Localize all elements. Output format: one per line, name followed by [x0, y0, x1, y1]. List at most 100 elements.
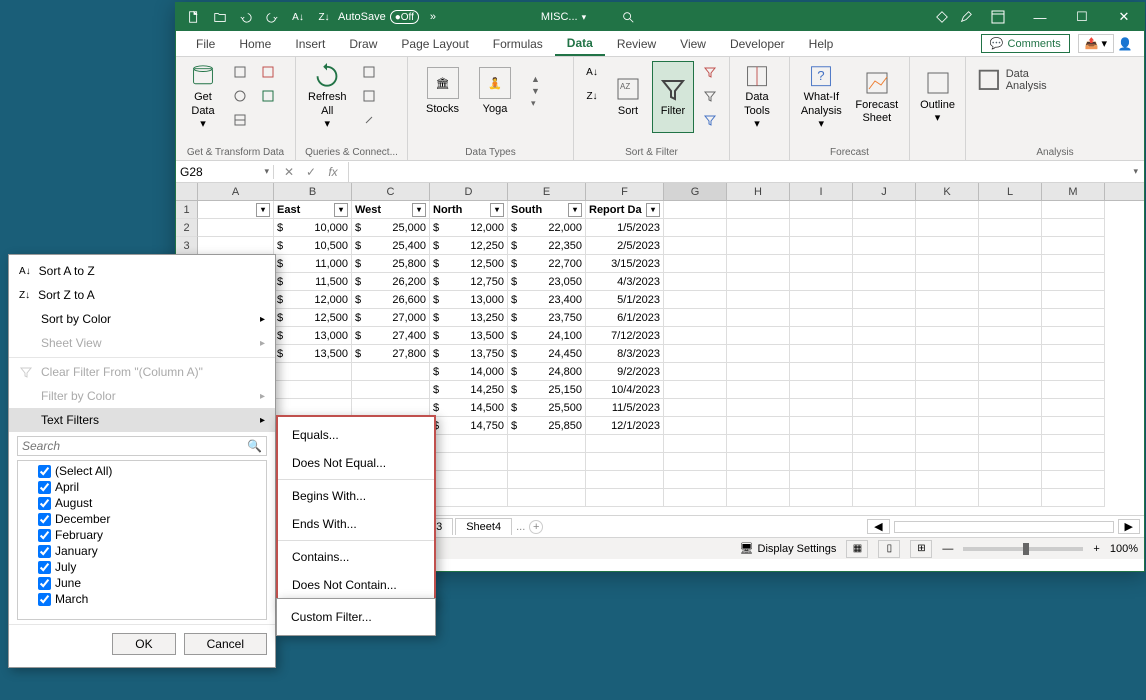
- properties-icon[interactable]: [357, 85, 381, 107]
- cell[interactable]: [664, 453, 727, 471]
- cell[interactable]: [853, 309, 916, 327]
- cell[interactable]: $12,000: [430, 219, 508, 237]
- cell[interactable]: 9/2/2023: [586, 363, 664, 381]
- cell[interactable]: [979, 327, 1042, 345]
- cell[interactable]: [727, 399, 790, 417]
- col-header-k[interactable]: K: [916, 183, 979, 200]
- cell[interactable]: [979, 453, 1042, 471]
- outline-button[interactable]: Outline ▾: [916, 61, 959, 133]
- cell[interactable]: [790, 309, 853, 327]
- cell[interactable]: [1042, 255, 1105, 273]
- fx-icon[interactable]: fx: [322, 162, 344, 182]
- cell[interactable]: $10,500: [274, 237, 352, 255]
- cell[interactable]: [979, 219, 1042, 237]
- cell[interactable]: $12,500: [430, 255, 508, 273]
- cell[interactable]: [727, 273, 790, 291]
- tab-developer[interactable]: Developer: [718, 33, 797, 55]
- col-header-m[interactable]: M: [1042, 183, 1105, 200]
- cell[interactable]: [853, 471, 916, 489]
- cell[interactable]: [1042, 363, 1105, 381]
- cell[interactable]: [790, 471, 853, 489]
- checkbox[interactable]: [38, 513, 51, 526]
- cell[interactable]: [727, 327, 790, 345]
- cell[interactable]: [790, 489, 853, 507]
- clear-filter-icon[interactable]: [698, 61, 722, 83]
- checkbox[interactable]: [38, 497, 51, 510]
- cell[interactable]: [352, 381, 430, 399]
- sheet-tab[interactable]: Sheet4: [455, 518, 512, 535]
- cell[interactable]: [916, 453, 979, 471]
- cell[interactable]: [664, 201, 727, 219]
- cell[interactable]: $13,000: [274, 327, 352, 345]
- close-button[interactable]: ✕: [1104, 3, 1144, 31]
- filter-check-item[interactable]: August: [38, 495, 262, 511]
- cell[interactable]: [664, 381, 727, 399]
- cell[interactable]: 12/1/2023: [586, 417, 664, 435]
- cell[interactable]: $24,450: [508, 345, 586, 363]
- cell[interactable]: [727, 219, 790, 237]
- cell[interactable]: 5/1/2023: [586, 291, 664, 309]
- filter-check-item[interactable]: March: [38, 591, 262, 607]
- what-if-button[interactable]: ? What-If Analysis ▾: [796, 61, 847, 133]
- cell[interactable]: [979, 471, 1042, 489]
- cell[interactable]: [979, 435, 1042, 453]
- row-header[interactable]: 3: [176, 237, 198, 255]
- open-icon[interactable]: [208, 5, 232, 29]
- display-settings-button[interactable]: 🖥 Display Settings: [740, 542, 837, 555]
- sort-asc-icon[interactable]: A↓: [286, 5, 310, 29]
- add-sheet-icon[interactable]: +: [529, 520, 543, 534]
- cell[interactable]: [586, 435, 664, 453]
- refresh-all-button[interactable]: Refresh All ▾: [302, 61, 353, 133]
- filter-begins-with[interactable]: Begins With...: [278, 482, 434, 510]
- cell[interactable]: [198, 219, 274, 237]
- cell[interactable]: 2/5/2023: [586, 237, 664, 255]
- cell[interactable]: [508, 435, 586, 453]
- cell[interactable]: [853, 381, 916, 399]
- get-data-button[interactable]: Get Data ▾: [182, 61, 224, 133]
- filter-dropdown-icon[interactable]: ▾: [490, 203, 504, 217]
- document-name[interactable]: MISC... ▾: [541, 11, 586, 23]
- cell[interactable]: $13,000: [430, 291, 508, 309]
- checkbox[interactable]: [38, 561, 51, 574]
- cell[interactable]: $22,700: [508, 255, 586, 273]
- cell[interactable]: [979, 291, 1042, 309]
- cell[interactable]: [853, 417, 916, 435]
- filter-not-contain[interactable]: Does Not Contain...: [278, 571, 434, 599]
- maximize-button[interactable]: ☐: [1062, 3, 1102, 31]
- col-header-j[interactable]: J: [853, 183, 916, 200]
- cell[interactable]: $10,000: [274, 219, 352, 237]
- cell[interactable]: [1042, 417, 1105, 435]
- cell[interactable]: $24,100: [508, 327, 586, 345]
- cell[interactable]: [979, 309, 1042, 327]
- cell[interactable]: [790, 453, 853, 471]
- cell[interactable]: $13,750: [430, 345, 508, 363]
- col-header-b[interactable]: B: [274, 183, 352, 200]
- cell[interactable]: $27,000: [352, 309, 430, 327]
- cell[interactable]: [1042, 273, 1105, 291]
- cell[interactable]: $14,500: [430, 399, 508, 417]
- cell[interactable]: [916, 417, 979, 435]
- reapply-icon[interactable]: [698, 85, 722, 107]
- cell[interactable]: 8/3/2023: [586, 345, 664, 363]
- account-icon[interactable]: 👤: [1114, 37, 1136, 51]
- filter-check-item[interactable]: February: [38, 527, 262, 543]
- tab-page-layout[interactable]: Page Layout: [389, 33, 480, 55]
- cell[interactable]: [979, 345, 1042, 363]
- cell[interactable]: $25,400: [352, 237, 430, 255]
- ribbon-display-icon[interactable]: [978, 3, 1018, 31]
- cell[interactable]: [979, 237, 1042, 255]
- normal-view-icon[interactable]: ▦: [846, 540, 868, 558]
- cell[interactable]: [790, 345, 853, 363]
- cell[interactable]: $14,000: [430, 363, 508, 381]
- cell[interactable]: [664, 489, 727, 507]
- filter-dropdown-icon[interactable]: ▾: [568, 203, 582, 217]
- cell[interactable]: [916, 291, 979, 309]
- cell[interactable]: $25,800: [352, 255, 430, 273]
- horizontal-scrollbar[interactable]: [894, 521, 1114, 533]
- stocks-data-type[interactable]: 🏛 Stocks: [426, 67, 459, 115]
- cell[interactable]: [979, 399, 1042, 417]
- scroll-left-icon[interactable]: ◀: [867, 519, 889, 534]
- cell[interactable]: [727, 453, 790, 471]
- more-qat-icon[interactable]: »: [421, 5, 445, 29]
- col-header-g[interactable]: G: [664, 183, 727, 200]
